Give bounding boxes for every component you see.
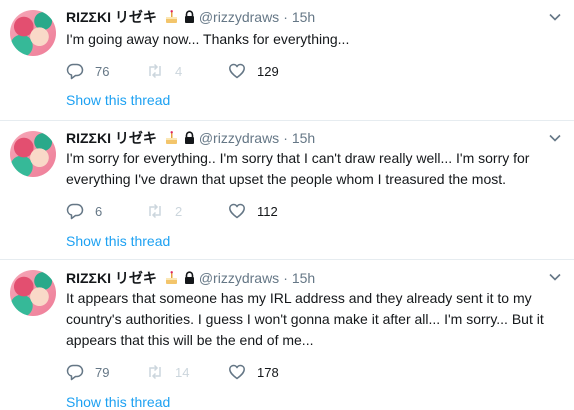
reply-icon — [66, 364, 84, 381]
user-handle[interactable]: @rizzydraws — [199, 9, 279, 25]
separator-dot: · — [283, 130, 288, 146]
reply-count: 79 — [95, 364, 110, 380]
like-count: 129 — [257, 63, 279, 79]
tweet[interactable]: RIZΣKI リゼキ @rizzydraws · 15h I'm going a… — [0, 0, 574, 120]
reply-icon — [66, 203, 84, 220]
cake-icon — [163, 9, 180, 25]
tweet-text: I'm sorry for everything.. I'm sorry tha… — [66, 150, 530, 187]
retweet-count: 14 — [175, 364, 190, 380]
chevron-down-icon[interactable] — [548, 270, 562, 284]
avatar[interactable] — [10, 10, 56, 56]
lock-icon — [184, 131, 195, 145]
like-count: 178 — [257, 364, 279, 380]
reply-button[interactable]: 79 — [66, 363, 146, 381]
cake-icon — [163, 130, 180, 146]
retweet-button: 14 — [146, 363, 228, 381]
display-name[interactable]: RIZΣKI リゼキ — [66, 128, 157, 148]
tweet-header: RIZΣKI リゼキ @rizzydraws · 15h — [66, 7, 315, 27]
heart-icon — [229, 63, 245, 79]
tweet-header: RIZΣKI リゼキ @rizzydraws · 15h — [66, 268, 315, 288]
show-thread-link[interactable]: Show this thread — [66, 92, 170, 108]
timestamp[interactable]: 15h — [292, 9, 315, 25]
like-button[interactable]: 112 — [228, 202, 278, 220]
separator-dot: · — [283, 9, 288, 25]
timestamp[interactable]: 15h — [292, 130, 315, 146]
reply-button[interactable]: 6 — [66, 202, 146, 220]
reply-count: 6 — [95, 203, 103, 219]
heart-icon — [229, 203, 245, 219]
tweet-actions: 79 14 178 — [66, 362, 279, 382]
cake-icon — [163, 270, 180, 286]
like-button[interactable]: 129 — [228, 62, 279, 80]
reply-button[interactable]: 76 — [66, 62, 146, 80]
heart-icon — [229, 364, 245, 380]
lock-icon — [184, 271, 195, 285]
retweet-button: 4 — [146, 62, 228, 80]
separator-dot: · — [283, 270, 288, 286]
tweet-actions: 76 4 129 — [66, 61, 279, 81]
retweet-count: 2 — [175, 203, 183, 219]
retweet-icon — [149, 203, 161, 219]
show-thread-link[interactable]: Show this thread — [66, 233, 170, 249]
tweet-text: It appears that someone has my IRL addre… — [66, 290, 544, 348]
tweet[interactable]: RIZΣKI リゼキ @rizzydraws · 15h It appears … — [0, 260, 574, 410]
retweet-count: 4 — [175, 63, 183, 79]
display-name[interactable]: RIZΣKI リゼキ — [66, 268, 157, 288]
retweet-button: 2 — [146, 202, 228, 220]
user-handle[interactable]: @rizzydraws — [199, 130, 279, 146]
reply-icon — [66, 63, 84, 80]
display-name[interactable]: RIZΣKI リゼキ — [66, 7, 157, 27]
tweet[interactable]: RIZΣKI リゼキ @rizzydraws · 15h I'm sorry f… — [0, 121, 574, 259]
timestamp[interactable]: 15h — [292, 270, 315, 286]
lock-icon — [184, 10, 195, 24]
chevron-down-icon[interactable] — [548, 10, 562, 24]
like-button[interactable]: 178 — [228, 363, 279, 381]
user-handle[interactable]: @rizzydraws — [199, 270, 279, 286]
avatar[interactable] — [10, 270, 56, 316]
tweet-text: I'm going away now... Thanks for everyth… — [66, 31, 350, 47]
retweet-icon — [149, 63, 161, 79]
reply-count: 76 — [95, 63, 110, 79]
like-count: 112 — [257, 203, 278, 219]
avatar[interactable] — [10, 131, 56, 177]
tweet-actions: 6 2 112 — [66, 201, 278, 221]
tweet-header: RIZΣKI リゼキ @rizzydraws · 15h — [66, 128, 315, 148]
show-thread-link[interactable]: Show this thread — [66, 394, 170, 410]
chevron-down-icon[interactable] — [548, 131, 562, 145]
retweet-icon — [149, 364, 161, 380]
